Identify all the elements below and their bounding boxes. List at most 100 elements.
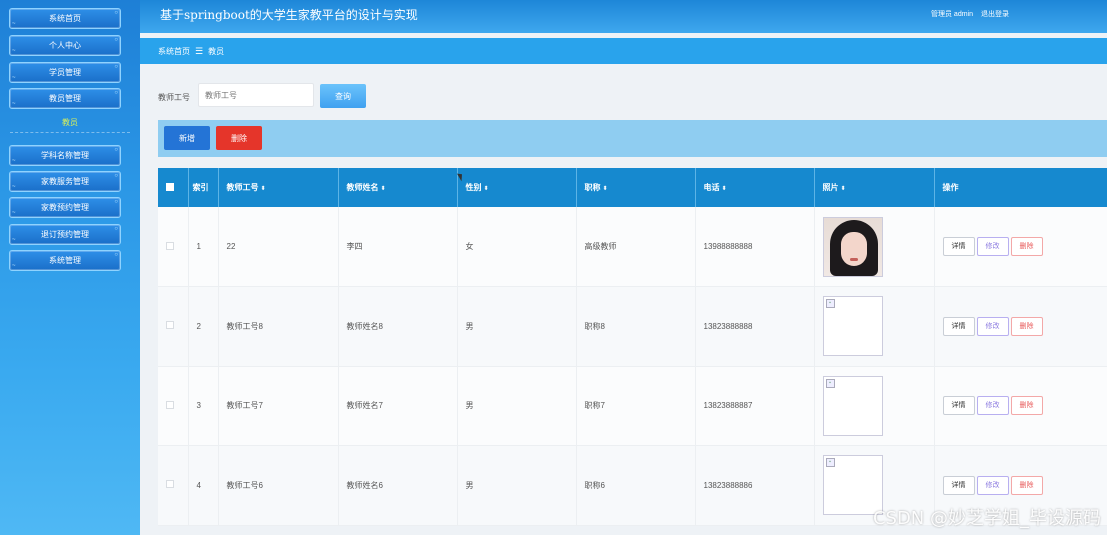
sidebar-item-label: 系统首页 (49, 14, 81, 23)
sort-icon[interactable]: ⬍ (722, 186, 727, 192)
cell-gender: 男 (457, 286, 577, 367)
detail-button[interactable]: 详情 (942, 316, 975, 336)
header-teacher-name[interactable]: 教师姓名 ⬍ (338, 168, 458, 207)
row-checkbox-cell (158, 207, 189, 287)
cell-title: 高级教师 (576, 207, 696, 287)
row-delete-button[interactable]: 删除 (1010, 316, 1043, 336)
row-delete-button[interactable]: 删除 (1010, 396, 1043, 416)
sidebar-item-label: 家教服务管理 (41, 177, 89, 186)
select-all-header (158, 168, 189, 207)
sort-icon[interactable]: ⬍ (841, 186, 846, 192)
sidebar-divider (10, 132, 130, 133)
table-row: 1 22 李四 女 高级教师 13988888888 详情 修改 删除 (158, 207, 1107, 287)
sidebar-item-students[interactable]: ~ 学员管理 ○ (9, 62, 121, 83)
sort-icon[interactable]: ⬍ (381, 186, 386, 192)
ornament-icon: ○ (114, 64, 118, 70)
teacher-no-search-input[interactable] (198, 83, 314, 107)
cell-index: 3 (188, 366, 219, 446)
sidebar-item-home[interactable]: ~ 系统首页 ○ (9, 8, 121, 29)
ornament-icon: ~ (12, 263, 16, 269)
edit-button[interactable]: 修改 (976, 316, 1009, 336)
ornament-icon: ~ (12, 158, 16, 164)
detail-button[interactable]: 详情 (942, 475, 975, 495)
admin-label: 管理员 admin (930, 11, 973, 18)
cell-teacher-name: 李四 (338, 207, 458, 287)
row-checkbox[interactable] (166, 480, 174, 489)
site-title: 基于springboot的大学生家教平台的设计与实现 (160, 8, 418, 22)
row-checkbox-cell (158, 286, 189, 367)
detail-button[interactable]: 详情 (942, 237, 975, 256)
teacher-table: 索引 教师工号 ⬍ 教师姓名 ⬍ 性别 ⬍ 职称 ⬍ 电话 ⬍ 照片 ⬍ 操作 1 22 李… (158, 168, 1107, 526)
sidebar-item-services[interactable]: ~ 家教服务管理 ○ (9, 171, 121, 192)
row-checkbox-cell (158, 366, 189, 446)
breadcrumb-current: 教员 (208, 46, 225, 56)
ornament-icon: ~ (12, 21, 16, 27)
cell-ops: 详情 修改 删除 (934, 286, 1107, 367)
watermark: CSDN @妙芝学姐_毕设源码 (872, 508, 1101, 529)
header-label: 教师姓名 (346, 183, 379, 192)
sidebar-item-cancellations[interactable]: ~ 退订预约管理 ○ (9, 224, 121, 245)
broken-image-icon: ▪ (825, 458, 835, 468)
header-photo[interactable]: 照片 ⬍ (814, 168, 935, 207)
broken-image-icon: ▪ (825, 299, 835, 309)
ornament-icon: ~ (12, 184, 16, 190)
breadcrumb-home[interactable]: 系统首页 (158, 46, 190, 57)
cell-phone: 13823888886 (695, 445, 815, 526)
row-checkbox[interactable] (166, 321, 174, 330)
header-label: 性别 (465, 183, 482, 192)
row-checkbox[interactable] (166, 400, 174, 409)
cell-title: 职称8 (576, 286, 696, 367)
cell-photo: ▪ (814, 286, 935, 367)
ornament-icon: ~ (12, 48, 16, 54)
logout-link[interactable]: 退出登录 (981, 9, 1009, 19)
cell-photo (814, 207, 935, 287)
ornament-icon: ○ (114, 252, 118, 258)
add-button[interactable]: 新增 (164, 126, 210, 150)
cell-teacher-no: 22 (218, 207, 339, 287)
teacher-photo[interactable]: ▪ (822, 296, 883, 357)
cell-teacher-no: 教师工号7 (218, 366, 339, 446)
sidebar-item-label: 学员管理 (49, 68, 81, 77)
teacher-photo[interactable] (822, 216, 883, 277)
cell-phone: 13823888887 (695, 366, 815, 446)
sidebar-subitem-teacher[interactable]: 教员 (0, 117, 140, 128)
sidebar-item-bookings[interactable]: ~ 家教预约管理 ○ (9, 197, 121, 218)
sidebar-item-label: 退订预约管理 (41, 230, 89, 239)
select-all-checkbox[interactable] (166, 182, 174, 191)
row-delete-button[interactable]: 删除 (1010, 237, 1043, 256)
delete-button[interactable]: 删除 (216, 126, 262, 150)
header-title[interactable]: 职称 ⬍ (576, 168, 696, 207)
detail-button[interactable]: 详情 (942, 396, 975, 416)
ornament-icon: ○ (114, 226, 118, 232)
header-gender[interactable]: 性别 ⬍ (457, 168, 577, 207)
cell-ops: 详情 修改 删除 (934, 207, 1107, 287)
teacher-photo[interactable]: ▪ (822, 375, 883, 436)
table-row: 3 教师工号7 教师姓名7 男 职称7 13823888887 ▪ 详情 修改 删除 (158, 366, 1107, 446)
edit-button[interactable]: 修改 (976, 237, 1009, 256)
sort-icon[interactable]: ⬍ (603, 186, 608, 192)
search-button[interactable]: 查询 (320, 84, 366, 108)
sort-icon[interactable]: ⬍ (484, 186, 489, 192)
search-label: 教师工号 (158, 93, 190, 102)
row-delete-button[interactable]: 删除 (1010, 475, 1043, 495)
cell-title: 职称7 (576, 366, 696, 446)
row-checkbox[interactable] (166, 241, 174, 250)
edit-button[interactable]: 修改 (976, 396, 1009, 416)
row-checkbox-cell (158, 445, 189, 526)
header-phone[interactable]: 电话 ⬍ (695, 168, 815, 207)
header-label: 电话 (703, 183, 720, 192)
header-teacher-no[interactable]: 教师工号 ⬍ (218, 168, 339, 207)
sidebar-item-system[interactable]: ~ 系统管理 ○ (9, 250, 121, 271)
header-label: 教师工号 (226, 183, 259, 192)
sidebar-item-teachers[interactable]: ~ 教员管理 ○ (9, 88, 121, 109)
sidebar-item-subjects[interactable]: ~ 学科名称管理 ○ (9, 145, 121, 166)
cell-teacher-name: 教师姓名8 (338, 286, 458, 367)
ornament-icon: ~ (12, 101, 16, 107)
breadcrumb: 系统首页 ☰ 教员 (140, 38, 1107, 64)
sidebar-item-label: 学科名称管理 (41, 151, 89, 160)
ornament-icon: ~ (12, 210, 16, 216)
sort-icon[interactable]: ⬍ (261, 186, 266, 192)
edit-button[interactable]: 修改 (976, 475, 1009, 495)
sidebar-item-personal[interactable]: ~ 个人中心 ○ (9, 35, 121, 56)
ornament-icon: ○ (114, 147, 118, 153)
